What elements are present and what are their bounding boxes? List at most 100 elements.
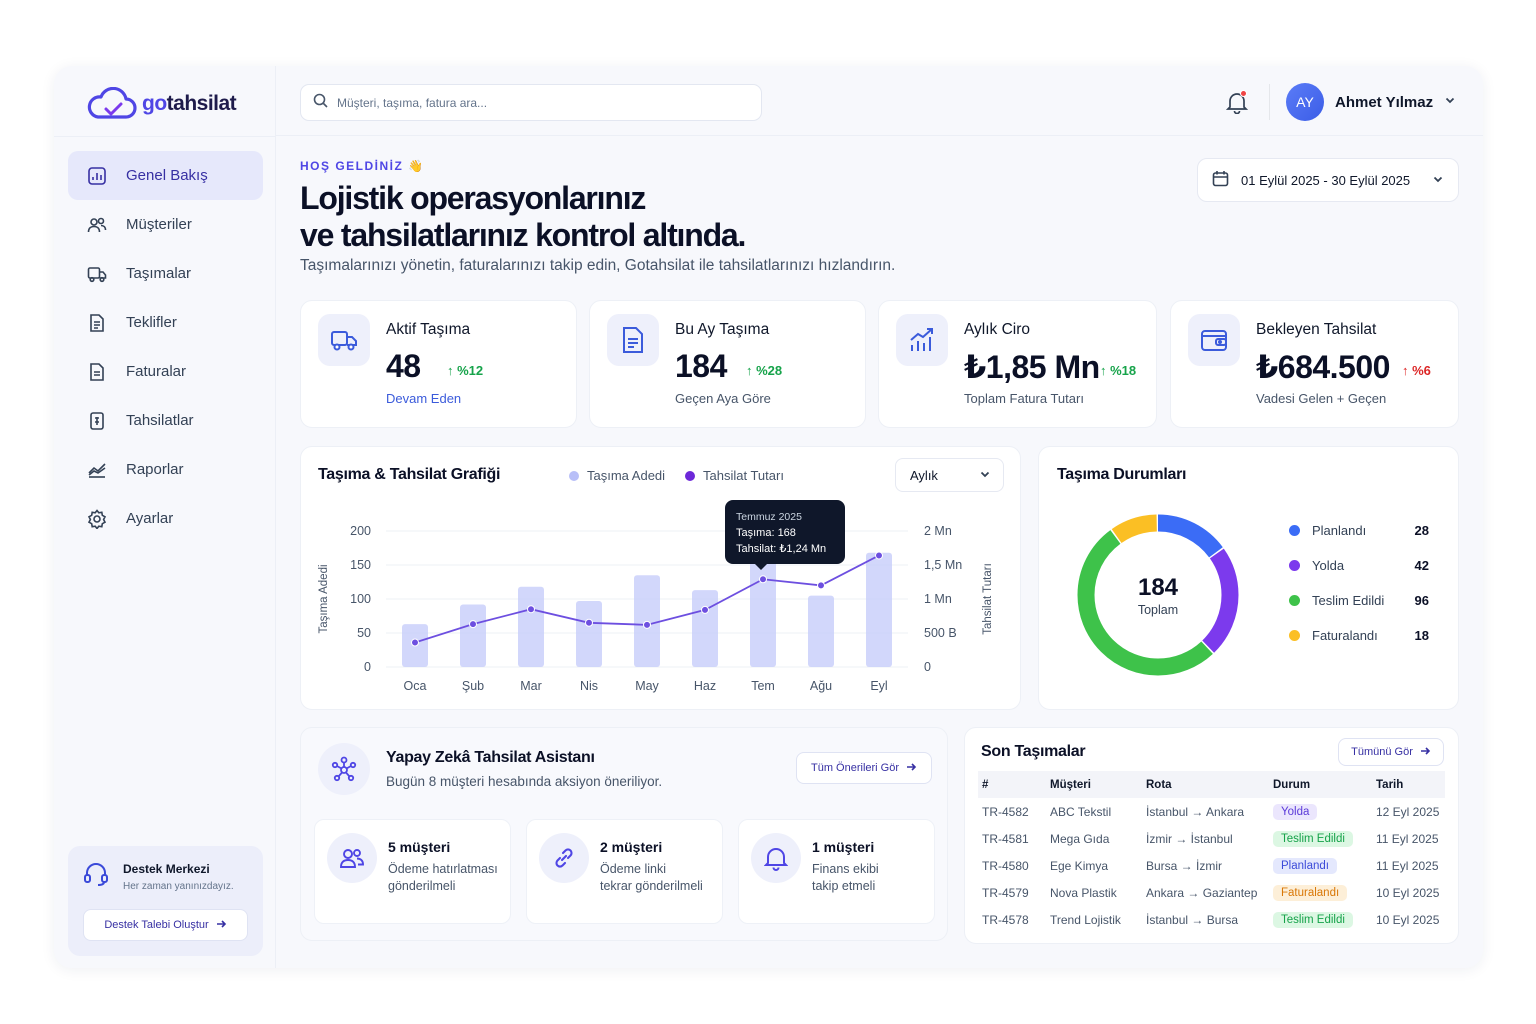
sidebar-item-quotes[interactable]: Teklifler — [68, 298, 263, 347]
x-tick-label: Tem — [751, 679, 775, 693]
sidebar: gotahsilat Genel Bakış Müşteriler Taşıma… — [54, 66, 276, 968]
status-label: Faturalandı — [1312, 628, 1378, 643]
all-suggestions-button[interactable]: Tüm Önerileri Gör — [796, 752, 932, 784]
column-header[interactable]: Müşteri — [1046, 771, 1142, 798]
create-support-ticket-button[interactable]: Destek Talebi Oluştur — [83, 909, 248, 941]
sidebar-item-settings[interactable]: Ayarlar — [68, 494, 263, 543]
receipt-icon — [86, 410, 108, 432]
y-tick-label: 100 — [350, 592, 371, 606]
truck-icon — [86, 263, 108, 285]
legend-item-collections: Tahsilat Tutarı — [685, 468, 784, 483]
y2-axis-label: Tahsilat Tutarı — [982, 563, 994, 635]
y-tick-label: 150 — [350, 558, 371, 572]
stat-delta: ↑ %6 — [1402, 363, 1431, 378]
sidebar-item-reports[interactable]: Raporlar — [68, 445, 263, 494]
ai-suggestion-card[interactable]: 2 müşteri Ödeme linki tekrar gönderilmeli — [526, 819, 723, 924]
legend-item-shipments: Taşıma Adedi — [569, 468, 665, 483]
column-header[interactable]: # — [978, 771, 1046, 798]
app-window: gotahsilat Genel Bakış Müşteriler Taşıma… — [54, 66, 1483, 968]
panel-title: Taşıma Durumları — [1057, 466, 1187, 483]
period-select[interactable]: Aylık — [895, 458, 1004, 492]
sidebar-item-overview[interactable]: Genel Bakış — [68, 151, 263, 200]
view-all-button[interactable]: Tümünü Gör — [1338, 738, 1444, 766]
line-collections — [414, 554, 880, 644]
tooltip-shipments: Taşıma: 168 — [736, 527, 796, 539]
shipment-date: 10 Eyl 2025 — [1376, 912, 1440, 927]
ai-suggestion-card[interactable]: 1 müşteri Finans ekibi takip etmeli — [738, 819, 935, 924]
period-select-value: Aylık — [910, 467, 938, 483]
logo-text: gotahsilat — [142, 92, 237, 116]
shipment-route: İstanbul → Bursa — [1146, 912, 1239, 927]
column-header[interactable]: Tarih — [1372, 771, 1445, 798]
stat-card-monthly-revenue[interactable]: Aylık Ciro ₺1,85 Mn ↑ %18 Toplam Fatura … — [878, 300, 1157, 428]
shipment-route: İstanbul → Ankara — [1146, 804, 1245, 819]
card-line-1: Finans ekibi — [812, 862, 879, 876]
stat-card-active-shipments[interactable]: Aktif Taşıma 48 ↑ %12 Devam Eden — [300, 300, 577, 428]
table-row[interactable]: TR-4579 Nova Plastik Ankara → Gaziantep … — [978, 879, 1445, 906]
shipment-customer: Mega Gıda — [1050, 831, 1110, 846]
sidebar-item-invoices[interactable]: Faturalar — [68, 347, 263, 396]
shipment-date: 11 Eyl 2025 — [1376, 831, 1439, 846]
page-subtitle: Taşımalarınızı yönetin, faturalarınızı t… — [300, 257, 896, 274]
sidebar-item-label: Tahsilatlar — [126, 412, 194, 429]
table-row[interactable]: TR-4581 Mega Gıda İzmir → İstanbul Tesli… — [978, 825, 1445, 852]
y2-tick-label: 2 Mn — [924, 524, 952, 538]
truck-icon — [318, 314, 370, 366]
status-badge: Teslim Edildi — [1273, 911, 1353, 928]
logo[interactable]: gotahsilat — [86, 84, 237, 124]
card-title: 2 müşteri — [600, 839, 663, 855]
card-line-2: tekrar gönderilmeli — [600, 879, 703, 893]
sidebar-nav: Genel Bakış Müşteriler Taşımalar Teklifl… — [68, 151, 263, 543]
sidebar-item-collections[interactable]: Tahsilatlar — [68, 396, 263, 445]
search-box[interactable] — [300, 84, 762, 121]
status-label: Planlandı — [1312, 523, 1367, 538]
y-axis-label: Taşıma Adedi — [318, 564, 330, 633]
stat-subtitle: Geçen Aya Göre — [675, 391, 771, 406]
support-title: Destek Merkezi — [123, 862, 210, 876]
ai-suggestion-card[interactable]: 5 müşteri Ödeme hatırlatması gönderilmeli — [314, 819, 511, 924]
table-row[interactable]: TR-4578 Trend Lojistik İstanbul → Bursa … — [978, 906, 1445, 933]
stat-card-pending-collections[interactable]: Bekleyen Tahsilat ₺684.500 ↑ %6 Vadesi G… — [1170, 300, 1459, 428]
tooltip-collections: Tahsilat: ₺1,24 Mn — [736, 543, 827, 555]
table-row[interactable]: TR-4580 Ege Kimya Bursa → İzmir Planland… — [978, 852, 1445, 879]
shipment-id: TR-4580 — [982, 858, 1029, 873]
sidebar-item-label: Genel Bakış — [126, 167, 208, 184]
shipment-status: Teslim Edildi — [1269, 906, 1372, 933]
status-value: 18 — [1414, 628, 1429, 643]
y2-tick-label: 0 — [924, 660, 931, 674]
shipment-id: TR-4581 — [982, 831, 1029, 846]
status-dot — [1289, 630, 1300, 641]
date-range-picker[interactable]: 01 Eylül 2025 - 30 Eylül 2025 — [1197, 158, 1459, 202]
sidebar-item-customers[interactable]: Müşteriler — [68, 200, 263, 249]
status-value: 96 — [1414, 593, 1429, 608]
arrow-up-icon: ↑ — [1402, 363, 1409, 378]
card-title: 1 müşteri — [812, 839, 875, 855]
sidebar-item-shipments[interactable]: Taşımalar — [68, 249, 263, 298]
status-item-planned: Planlandı 28 — [1289, 523, 1429, 538]
bar-shipments — [866, 552, 892, 667]
table-row[interactable]: TR-4582 ABC Tekstil İstanbul → Ankara Yo… — [978, 798, 1445, 825]
card-text: Ödeme hatırlatması gönderilmeli — [388, 861, 508, 895]
status-dot — [1289, 595, 1300, 606]
search-input[interactable] — [337, 95, 737, 110]
stat-subtitle: Devam Eden — [386, 391, 462, 406]
shipments-table: # Müşteri Rota Durum Tarih TR-4582 ABC T… — [978, 771, 1445, 933]
y2-tick-label: 1,5 Mn — [924, 558, 962, 572]
user-menu[interactable]: AY Ahmet Yılmaz — [1286, 83, 1456, 121]
arrow-right-icon — [215, 918, 227, 933]
shipment-route: Bursa → İzmir — [1146, 858, 1223, 873]
topbar: AY Ahmet Yılmaz — [276, 66, 1483, 136]
stat-value: 48 — [386, 348, 421, 384]
shipment-status-panel: Taşıma Durumları 184 Toplam Planlandı 28 … — [1038, 446, 1459, 710]
stat-card-monthly-shipments[interactable]: Bu Ay Taşıma 184 ↑ %28 Geçen Aya Göre — [589, 300, 866, 428]
shipment-status: Faturalandı — [1269, 879, 1372, 906]
sidebar-item-label: Ayarlar — [126, 510, 174, 527]
column-header[interactable]: Durum — [1269, 771, 1372, 798]
notification-bell-button[interactable] — [1225, 90, 1249, 115]
support-box: Destek Merkezi Her zaman yanınızdayız. D… — [68, 846, 263, 956]
status-label: Teslim Edildi — [1312, 593, 1385, 608]
line-point-collections — [759, 575, 767, 584]
page-title-line-1: Lojistik operasyonlarınız — [300, 180, 646, 216]
stat-subtitle: Vadesi Gelen + Geçen — [1256, 391, 1387, 406]
column-header[interactable]: Rota — [1142, 771, 1269, 798]
